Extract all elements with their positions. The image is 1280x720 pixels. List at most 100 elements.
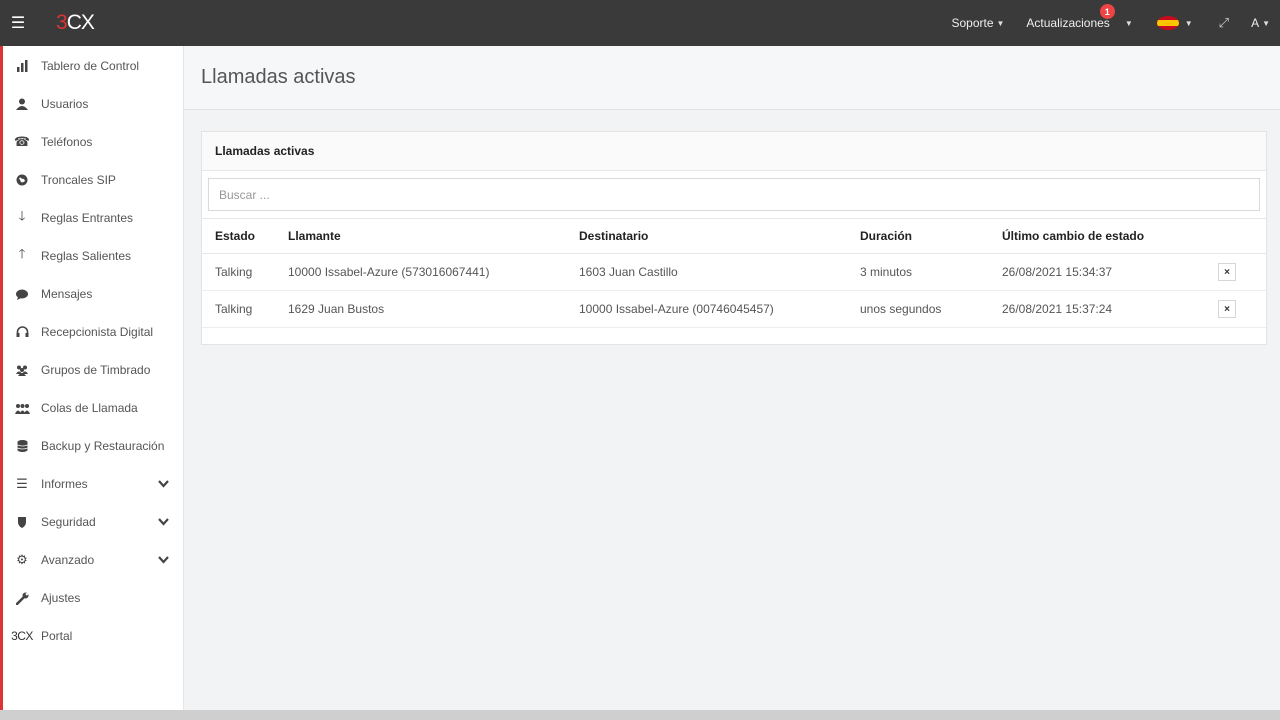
cell-estado: Talking <box>202 290 288 328</box>
sidebar-item-call-queues[interactable]: Colas de Llamada <box>3 389 183 427</box>
arrow-down-icon: 🡓 <box>18 208 26 223</box>
sidebar-item-label: Grupos de Timbrado <box>41 363 151 377</box>
page-header: Llamadas activas <box>184 46 1280 110</box>
sidebar-item-label: Tablero de Control <box>41 59 140 73</box>
updates-label: Actualizaciones <box>1026 16 1110 30</box>
table-row[interactable]: Talking 1629 Juan Bustos 10000 Issabel-A… <box>202 290 1266 328</box>
sidebar-item-label: Reglas Salientes <box>41 249 132 263</box>
sidebar-item-advanced[interactable]: ⚙ Avanzado <box>3 541 183 579</box>
sidebar-item-users[interactable]: Usuarios <box>3 85 183 123</box>
chat-icon <box>3 289 41 300</box>
caret-down-icon: ▼ <box>1124 18 1133 28</box>
column-header-ultimo-cambio[interactable]: Último cambio de estado <box>1002 218 1218 254</box>
table-row[interactable]: Talking 10000 Issabel-Azure (57301606744… <box>202 253 1266 291</box>
column-header-estado[interactable]: Estado <box>202 218 288 254</box>
drop-call-button[interactable]: × <box>1218 263 1236 281</box>
spain-flag-icon <box>1156 16 1179 30</box>
sidebar-item-backup[interactable]: Backup y Restauración <box>3 427 183 465</box>
main-content: Llamadas activas Llamadas activas Estado… <box>184 46 1280 710</box>
expand-icon: ⤢ <box>1218 15 1230 30</box>
cell-llamante: 1629 Juan Bustos <box>288 290 579 328</box>
sidebar-item-security[interactable]: Seguridad <box>3 503 183 541</box>
drop-call-button[interactable]: × <box>1218 300 1236 318</box>
group-icon <box>3 365 41 376</box>
sidebar-item-label: Recepcionista Digital <box>41 325 154 339</box>
language-menu[interactable]: ▼ <box>1156 0 1193 46</box>
gear-icon: ⚙ <box>16 552 28 567</box>
caret-down-icon: ▼ <box>1184 18 1193 28</box>
user-icon <box>3 98 41 110</box>
cell-duracion: unos segundos <box>860 290 1002 328</box>
logo-cx: CX <box>66 11 95 34</box>
arrow-up-icon: 🡑 <box>18 246 26 261</box>
table-header-row: Estado Llamante Destinatario Duración Úl… <box>202 218 1266 254</box>
topbar-right: Soporte ▼ Actualizaciones 1 ▼ ▼ ⤢ A ▼ <box>951 0 1280 46</box>
support-label: Soporte <box>951 16 994 30</box>
column-header-actions <box>1218 218 1266 254</box>
cell-estado: Talking <box>202 253 288 291</box>
logo-three: 3 <box>56 11 68 34</box>
sidebar-item-label: Teléfonos <box>41 135 93 149</box>
column-header-destinatario[interactable]: Destinatario <box>579 218 860 254</box>
sidebar-item-label: Reglas Entrantes <box>41 211 134 225</box>
sidebar-item-label: Informes <box>41 477 88 491</box>
sidebar-item-label: Troncales SIP <box>41 173 116 187</box>
sidebar-item-dashboard[interactable]: Tablero de Control <box>3 47 183 85</box>
search-wrapper <box>208 178 1260 211</box>
globe-icon <box>3 174 41 186</box>
search-input[interactable] <box>208 178 1260 211</box>
phone-icon: ☎ <box>13 134 31 149</box>
support-menu[interactable]: Soporte ▼ <box>951 0 1004 46</box>
cell-destinatario: 1603 Juan Castillo <box>579 253 860 291</box>
sidebar-item-outbound-rules[interactable]: 🡑 Reglas Salientes <box>3 237 183 275</box>
chevron-down-icon[interactable] <box>158 553 169 567</box>
sidebar-item-label: Ajustes <box>41 591 81 605</box>
sidebar-item-phones[interactable]: ☎ Teléfonos <box>3 123 183 161</box>
caret-down-icon: ▼ <box>996 18 1005 28</box>
sidebar: Tablero de Control Usuarios ☎ Teléfonos … <box>0 46 184 710</box>
column-header-llamante[interactable]: Llamante <box>288 218 579 254</box>
user-menu[interactable]: A ▼ <box>1251 0 1270 46</box>
bottom-scrollbar[interactable] <box>0 710 1280 720</box>
queue-icon <box>3 403 41 414</box>
fullscreen-button[interactable]: ⤢ <box>1219 0 1229 46</box>
cell-actions: × <box>1218 290 1266 328</box>
sidebar-item-label: Seguridad <box>41 515 96 529</box>
active-calls-table: Estado Llamante Destinatario Duración Úl… <box>202 218 1266 328</box>
sidebar-item-inbound-rules[interactable]: 🡓 Reglas Entrantes <box>3 199 183 237</box>
sidebar-item-label: Portal <box>41 629 73 643</box>
updates-badge: 1 <box>1099 4 1115 19</box>
cell-llamante: 10000 Issabel-Azure (573016067441) <box>288 253 579 291</box>
chevron-down-icon[interactable] <box>158 477 169 491</box>
database-icon <box>3 440 41 452</box>
sidebar-item-digital-receptionist[interactable]: Recepcionista Digital <box>3 313 183 351</box>
portal-logo-text: 3CX <box>11 629 33 643</box>
sidebar-item-messages[interactable]: Mensajes <box>3 275 183 313</box>
hamburger-icon[interactable]: ☰ <box>0 0 36 46</box>
cell-destinatario: 10000 Issabel-Azure (00746045457) <box>579 290 860 328</box>
3cx-logo[interactable]: 3CX <box>56 11 95 35</box>
wrench-icon <box>3 592 41 605</box>
page-title: Llamadas activas <box>201 66 356 88</box>
cell-ultimo-cambio: 26/08/2021 15:34:37 <box>1002 253 1218 291</box>
top-bar: ☰ 3CX Soporte ▼ Actualizaciones 1 ▼ ▼ ⤢ … <box>0 0 1280 46</box>
chevron-down-icon[interactable] <box>158 515 169 529</box>
sidebar-item-sip-trunks[interactable]: Troncales SIP <box>3 161 183 199</box>
sidebar-item-label: Backup y Restauración <box>41 439 165 453</box>
caret-down-icon: ▼ <box>1262 18 1270 28</box>
sidebar-item-reports[interactable]: ☰ Informes <box>3 465 183 503</box>
sidebar-item-label: Mensajes <box>41 287 93 301</box>
list-icon: ☰ <box>16 476 28 491</box>
sidebar-item-portal[interactable]: 3CX Portal <box>3 617 183 655</box>
sidebar-item-label: Usuarios <box>41 97 89 111</box>
cell-ultimo-cambio: 26/08/2021 15:37:24 <box>1002 290 1218 328</box>
updates-menu[interactable]: Actualizaciones 1 ▼ <box>1026 0 1133 46</box>
sidebar-item-label: Colas de Llamada <box>41 401 138 415</box>
cell-actions: × <box>1218 253 1266 291</box>
3cx-logo-icon: 3CX <box>3 629 41 643</box>
active-calls-panel: Llamadas activas Estado Llamante Destina… <box>201 131 1267 345</box>
column-header-duracion[interactable]: Duración <box>860 218 1002 254</box>
sidebar-item-ring-groups[interactable]: Grupos de Timbrado <box>3 351 183 389</box>
shield-icon <box>3 516 41 528</box>
sidebar-item-settings[interactable]: Ajustes <box>3 579 183 617</box>
